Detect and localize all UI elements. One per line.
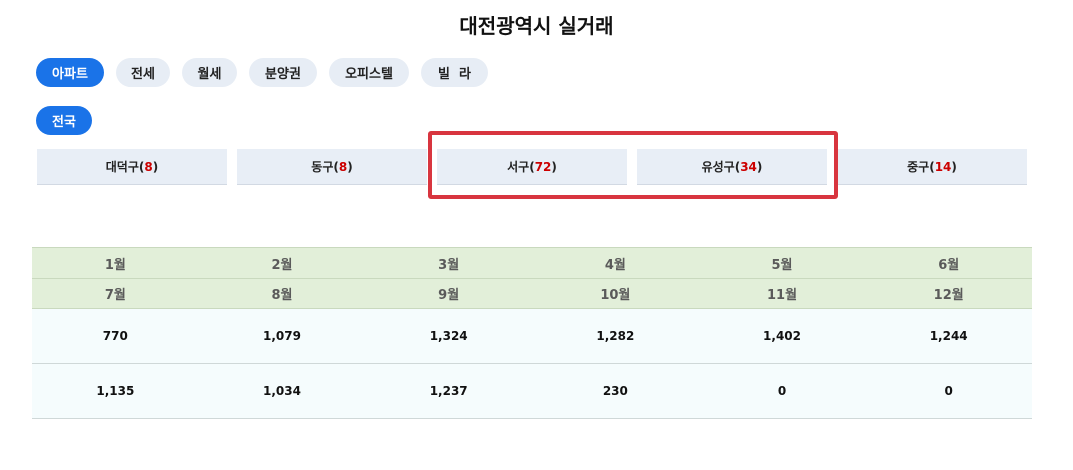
value-cell: 1,034: [263, 384, 301, 398]
tab-apartment[interactable]: 아파트: [36, 58, 104, 87]
value-cell: 1,079: [263, 329, 301, 343]
district-button-daedeok[interactable]: 대덕구(8): [37, 149, 227, 185]
month-label: 3월: [438, 257, 460, 273]
month-label: 1월: [104, 257, 126, 273]
highlight-box: [428, 131, 838, 199]
month-label: 9월: [438, 288, 460, 303]
month-header-row: 7월 8월 9월 10월 11월 12월: [32, 278, 1032, 309]
value-cell: 770: [102, 329, 128, 343]
month-label: 5월: [771, 257, 793, 273]
tab-jeonse[interactable]: 전세: [116, 58, 170, 87]
month-label: 10월: [600, 288, 631, 303]
tab-villa[interactable]: 빌 라: [421, 58, 488, 87]
month-header-row: 1월 2월 3월 4월 5월 6월: [32, 247, 1032, 278]
value-cell: 1,237: [429, 384, 468, 398]
tab-monthly-rent[interactable]: 월세: [182, 58, 237, 87]
value-row: 1,135 1,034 1,237 230 0 0: [32, 364, 1032, 419]
value-row: 770 1,079 1,324 1,282 1,402 1,244: [32, 309, 1032, 364]
page: 대전광역시 실거래 아파트 전세 월세 분양권 오피스텔 빌 라 전국 대덕구(…: [0, 0, 1073, 470]
region-nationwide-button[interactable]: 전국: [36, 106, 92, 135]
value-cell: 0: [944, 384, 953, 398]
month-label: 4월: [604, 257, 626, 273]
value-cell: 1,402: [763, 329, 801, 343]
tab-presale-rights[interactable]: 분양권: [249, 58, 317, 87]
district-name: 대덕구: [105, 160, 139, 174]
region-filter: 전국: [36, 106, 104, 135]
district-count: 14: [934, 159, 952, 174]
value-cell: 0: [777, 384, 787, 398]
month-label: 7월: [104, 288, 126, 303]
district-name: 동구: [311, 160, 334, 174]
district-name: 중구: [907, 160, 930, 174]
value-cell: 1,135: [96, 384, 135, 398]
page-title: 대전광역시 실거래: [459, 14, 614, 38]
month-label: 11월: [766, 288, 798, 303]
value-cell: 230: [602, 384, 628, 398]
district-button-jung[interactable]: 중구(14): [837, 149, 1027, 185]
value-cell: 1,244: [929, 329, 968, 343]
month-label: 8월: [271, 288, 293, 303]
district-count: 8: [144, 159, 153, 174]
month-label: 6월: [938, 257, 960, 273]
month-label: 12월: [933, 288, 964, 303]
district-button-dong[interactable]: 동구(8): [237, 149, 427, 185]
monthly-transactions-table: 1월 2월 3월 4월 5월 6월 7월 8월 9월 10월 11월 12월 7…: [32, 247, 1032, 419]
value-cell: 1,282: [596, 329, 635, 343]
tab-officetel[interactable]: 오피스텔: [329, 58, 409, 87]
month-label: 2월: [271, 257, 293, 273]
value-cell: 1,324: [429, 329, 468, 343]
property-type-tabs: 아파트 전세 월세 분양권 오피스텔 빌 라: [36, 58, 500, 87]
district-count: 8: [338, 159, 348, 174]
